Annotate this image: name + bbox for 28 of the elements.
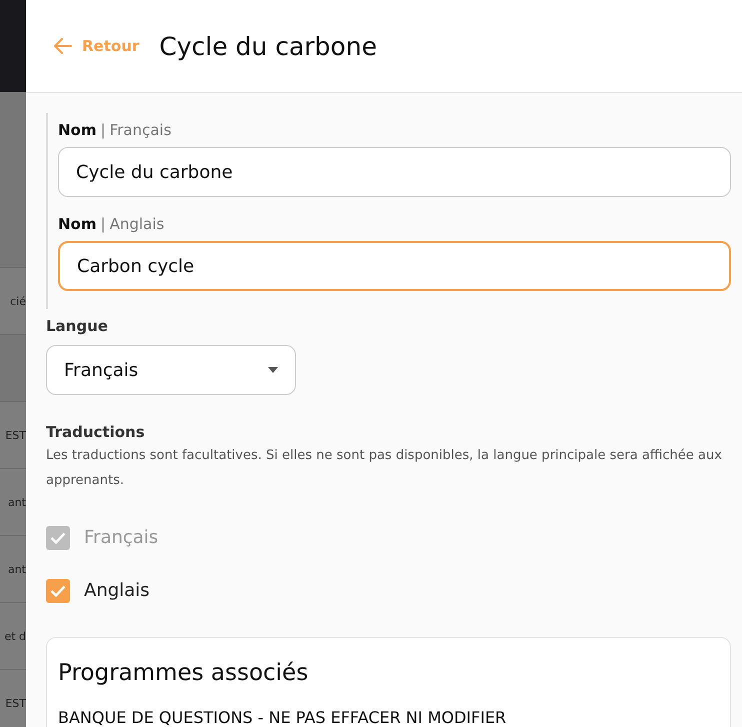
list-text: ant (8, 496, 26, 508)
checkbox-label: Français (84, 527, 158, 548)
list-text: et d (4, 630, 26, 642)
name-input-field[interactable]: Cycle du carbone (58, 147, 731, 197)
field-label: Nom (58, 215, 96, 233)
field-separator: | (100, 215, 106, 233)
list-text: ant (8, 562, 26, 576)
arrow-left-icon (54, 38, 72, 54)
field-separator: | (100, 121, 106, 139)
page-title: Cycle du carbone (159, 32, 377, 60)
field-language: Anglais (110, 215, 164, 233)
program-item: BANQUE DE QUESTIONS - NE PAS EFFACER NI MODIFIER (58, 708, 508, 727)
check-icon (50, 584, 66, 596)
translations-title: Traductions (46, 423, 146, 441)
field-label: Nom (58, 121, 96, 139)
list-text: cié (10, 294, 26, 308)
language-select[interactable]: Français (46, 345, 296, 395)
list-text: EST (5, 428, 26, 442)
caret-icon (268, 367, 278, 373)
checkbox[interactable] (46, 578, 70, 602)
language-label: Langue (46, 317, 109, 335)
field-language: Français (110, 121, 172, 139)
translations-description: Les traductions sont facultatives. Si elles ne sont pas disponibles, la langue principale sera affichée aux apprenants. (46, 447, 723, 490)
name-input-field[interactable]: Carbon cycle (58, 241, 731, 291)
checkbox-label: Anglais (84, 580, 150, 601)
list-text: EST (5, 696, 26, 710)
card-title: Programmes associés (58, 660, 310, 686)
check-icon (50, 532, 66, 544)
